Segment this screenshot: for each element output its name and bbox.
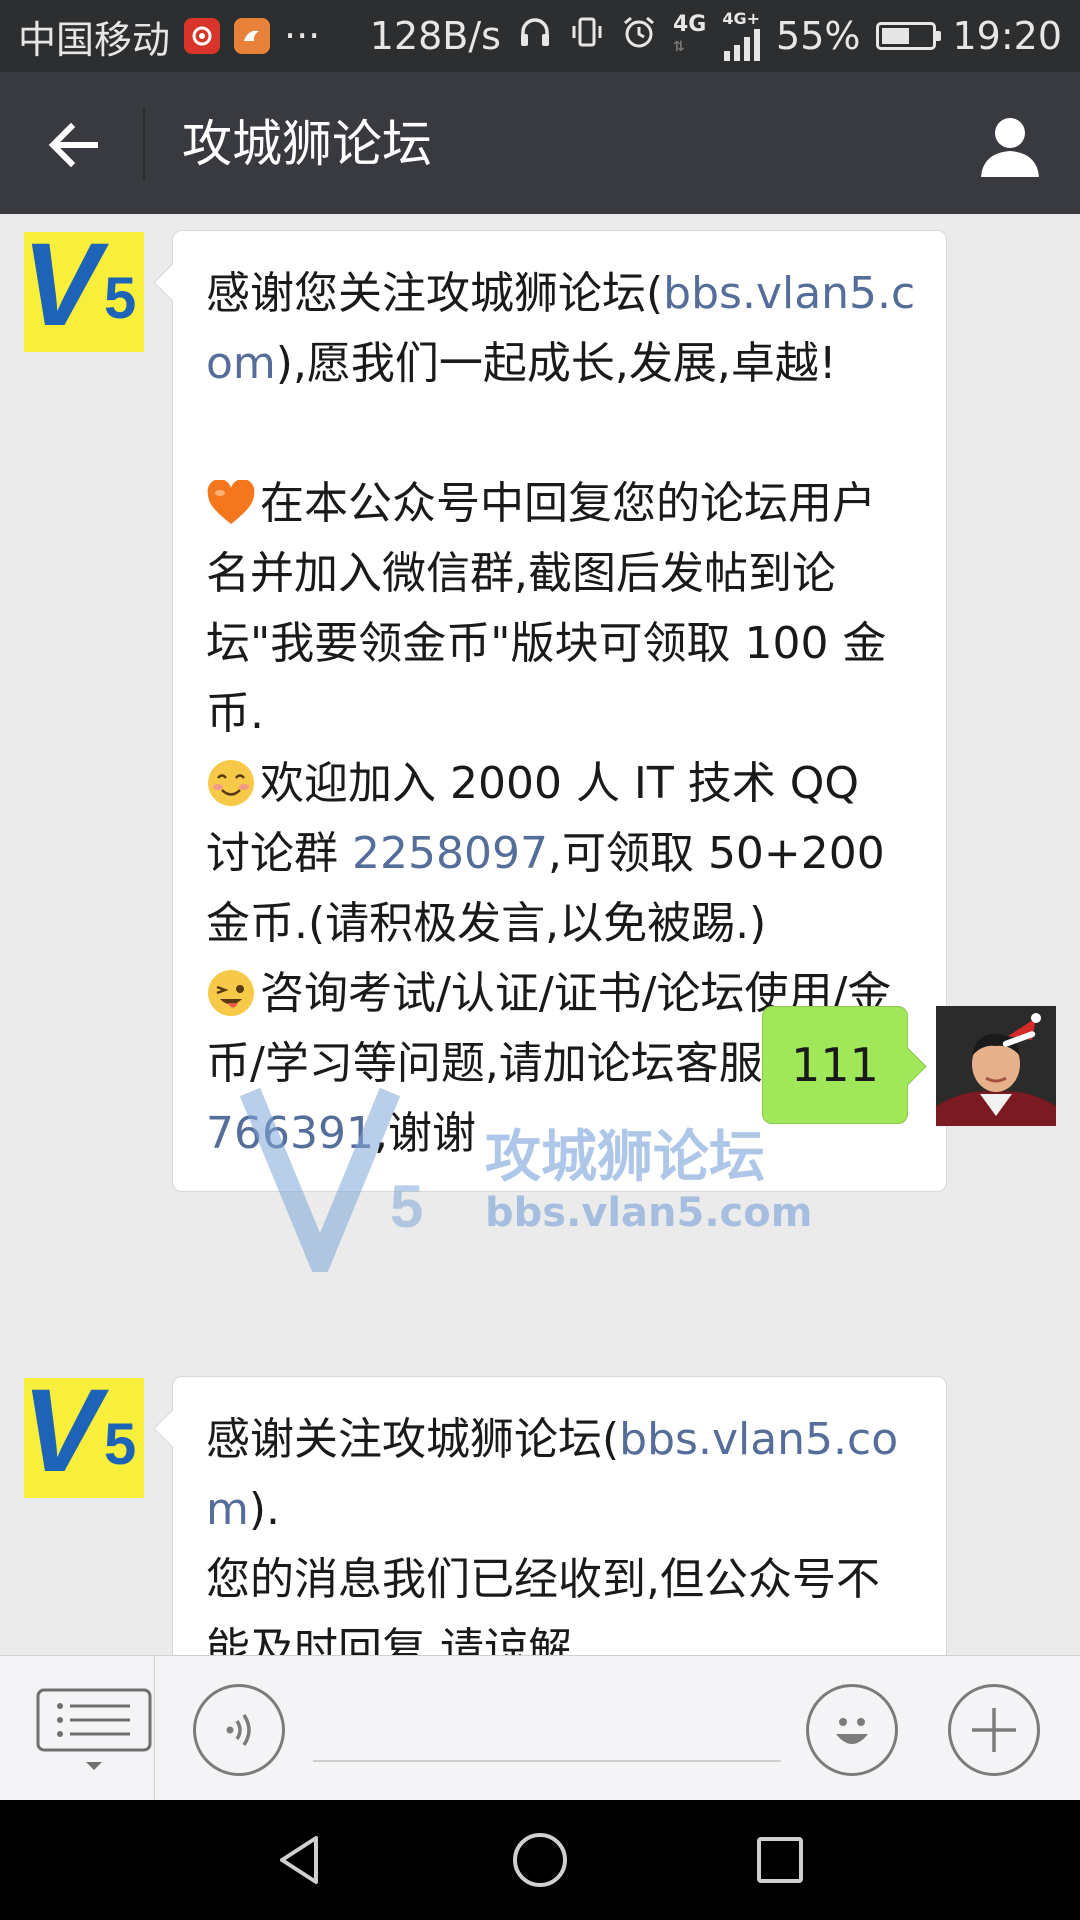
message-paragraph: 在本公众号中回复您的论坛用户名并加入微信群,截图后发帖到论坛"我要领金币"版块可… [206, 469, 916, 749]
arrow-left-icon [48, 122, 98, 168]
input-divider [154, 1656, 155, 1801]
plus-icon [972, 1708, 1016, 1752]
page-title: 攻城狮论坛 [182, 115, 432, 173]
title-divider [143, 108, 145, 180]
message-text: ,谢谢 [373, 1108, 476, 1159]
message-text: 感谢您关注攻城狮论坛( [206, 268, 664, 319]
message-input[interactable] [313, 1760, 781, 1762]
person-icon [981, 118, 1039, 177]
battery-percent: 55% [776, 14, 861, 58]
message-text: ),愿我们一起成长,发展,卓越! [275, 338, 837, 389]
message-paragraph: 欢迎加入 2000 人 IT 技术 QQ 讨论群 2258097,可领取 50+… [206, 749, 916, 959]
message-paragraph: 您的消息我们已经收到,但公众号不能及时回复,请谅解. [206, 1545, 916, 1655]
battery-icon [876, 22, 942, 50]
carrier-name: 中国移动 [18, 17, 171, 62]
message-text: 感谢关注攻城狮论坛( [206, 1414, 620, 1465]
message-text: 在本公众号中回复您的论坛用户名并加入微信群,截图后发帖到论坛"我要领金币"版块可… [206, 478, 887, 739]
emoji-face-icon [836, 1718, 868, 1744]
status-bar: 中国移动 ··· 128B/s 4G ⇅ 4G+ 55% 19:20 [0, 0, 1080, 72]
nav-recents-icon [757, 1837, 803, 1883]
wink-emoji-icon [206, 968, 260, 1019]
plus-button[interactable] [948, 1684, 1040, 1776]
message-paragraph: 感谢您关注攻城狮论坛(bbs.vlan5.com),愿我们一起成长,发展,卓越! [206, 259, 916, 399]
user-photo [936, 1006, 1056, 1126]
system-nav-bar [0, 1800, 1080, 1920]
clock: 19:20 [952, 14, 1062, 58]
menu-button[interactable] [34, 1688, 154, 1778]
netease-music-icon [184, 18, 221, 54]
nav-home-button[interactable] [510, 1830, 570, 1890]
heart-emoji-icon [206, 478, 260, 529]
message-text: 111 [791, 1038, 879, 1092]
title-bar: 攻城狮论坛 [0, 72, 1080, 214]
my-avatar[interactable] [936, 1006, 1056, 1126]
headphones-icon [517, 14, 553, 59]
message-paragraph [206, 399, 916, 469]
official-account-avatar[interactable]: V5 [24, 232, 144, 352]
uc-browser-icon [234, 18, 271, 54]
more-notifications: ··· [284, 14, 321, 58]
smile-emoji-icon [206, 758, 260, 809]
signal-icon: 4G+ [722, 11, 761, 61]
message-text: 您的消息我们已经收到,但公众号不能及时回复,请谅解. [206, 1554, 880, 1655]
input-bar [0, 1655, 1080, 1801]
message-text: ). [248, 1484, 281, 1535]
network-type: 4G ⇅ [672, 12, 707, 56]
alarm-icon [621, 14, 657, 59]
menu-list-icon [36, 1688, 152, 1770]
nav-back-icon [280, 1836, 318, 1884]
official-account-avatar[interactable]: V5 [24, 1378, 144, 1498]
voice-icon [226, 1714, 251, 1746]
net-speed: 128B/s [369, 14, 501, 58]
message-bubble[interactable]: 感谢关注攻城狮论坛(bbs.vlan5.com). 您的消息我们已经收到,但公众号… [172, 1376, 947, 1655]
nav-recents-button[interactable] [750, 1830, 810, 1890]
profile-button[interactable] [964, 100, 1056, 192]
message-link[interactable]: 2258097 [352, 828, 548, 879]
my-message-bubble[interactable]: 111 [762, 1006, 908, 1124]
emoji-button[interactable] [806, 1684, 898, 1776]
back-button[interactable] [30, 102, 116, 188]
chat-area[interactable]: V5 感谢您关注攻城狮论坛(bbs.vlan5.com),愿我们一起成长,发展,… [0, 214, 1080, 1655]
vibrate-icon [569, 14, 605, 59]
nav-back-button[interactable] [270, 1830, 330, 1890]
nav-home-icon [513, 1833, 567, 1887]
voice-button[interactable] [193, 1684, 285, 1776]
message-paragraph: 感谢关注攻城狮论坛(bbs.vlan5.com). [206, 1405, 916, 1545]
watermark-url: bbs.vlan5.com [485, 1190, 813, 1236]
